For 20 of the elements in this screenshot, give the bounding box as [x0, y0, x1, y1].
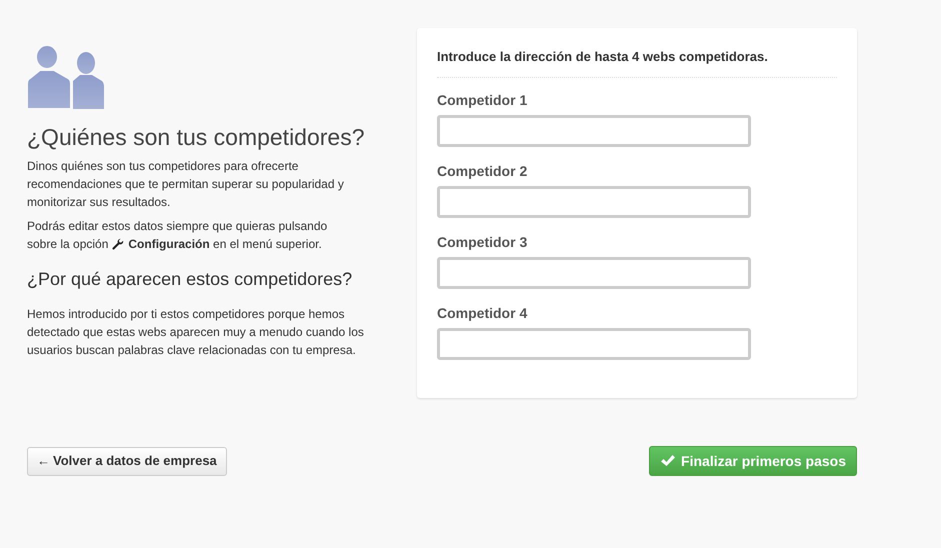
input-field[interactable] [437, 256, 751, 288]
input-field[interactable] [437, 114, 751, 146]
people-icon [27, 45, 104, 109]
wrench-icon [112, 238, 124, 250]
description-text: Hemos introducido por ti estos competidores porque hemos detectado que estas webs aparecen muy a menudo cuando los usuarios buscan palabras clave relacionadas con tu empresa. [27, 306, 365, 359]
description-text: Podrás editar estos datos siempre que quieras pulsando [27, 218, 328, 235]
input-field[interactable] [437, 328, 751, 360]
check-icon [660, 454, 676, 468]
back-button[interactable]: ← Volver a datos de empresa [27, 446, 227, 476]
section-subtitle: ¿Por qué aparecen estos competidores? [27, 268, 354, 291]
description-text: Configuración en el menú superior. [128, 236, 322, 253]
form-heading: Introduce la dirección de hasta 4 webs competidoras. [437, 47, 837, 78]
input-field[interactable] [437, 186, 751, 218]
description-text: Dinos quiénes son tus competidores para ofrecerte recomendaciones que te permitan superar su popularidad y monitorizar sus resultados. [27, 158, 345, 211]
field-label: Competidor 2 [437, 162, 528, 180]
field-label: Competidor 3 [437, 232, 528, 252]
field-label: Competidor 4 [437, 304, 528, 322]
description-text: sobre la opción [27, 236, 108, 253]
field-label: Competidor 1 [437, 90, 528, 110]
section-title: ¿Quiénes son tus competidores? [27, 123, 366, 151]
